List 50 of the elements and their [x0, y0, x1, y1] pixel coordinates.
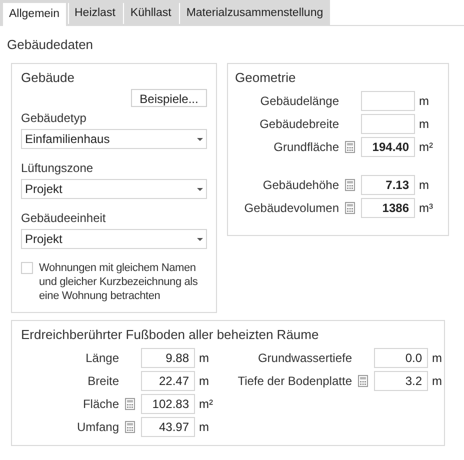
unit-label: m [199, 372, 209, 390]
field-label: Umfang [76, 418, 119, 436]
number-field[interactable]: 9.88 [141, 348, 195, 368]
number-field[interactable]: 7.13 [361, 174, 415, 194]
section-heading: Gebäudedaten [7, 36, 94, 54]
field-label: Tiefe der Bodenplatte [238, 372, 352, 390]
unit-label: m [419, 176, 429, 194]
number-field[interactable]: 194.40 [361, 136, 415, 156]
number-field[interactable]: 22.47 [141, 370, 195, 390]
field-label: Gebäudetyp [21, 110, 86, 127]
unit-label: m [419, 92, 429, 110]
field-label: Gebäudehöhe [262, 176, 339, 194]
number-field[interactable]: 1386 [361, 198, 415, 218]
unit-label: m² [199, 396, 213, 412]
dropdown-arrow-icon [197, 138, 203, 140]
checkbox[interactable] [21, 262, 33, 274]
unit-label: m [199, 350, 209, 366]
unit-label: m [199, 418, 209, 436]
field-label: Grundwassertiefe [258, 350, 352, 366]
group-title: Erdreichberührter Fußboden aller beheizten Räume [21, 326, 319, 344]
field-label: Gebäudevolumen [244, 200, 339, 216]
checkbox-label: Wohnungen mit gleichem Namen und gleicher Kurzbezeichnung als eine Wohnung betrachten [39, 261, 199, 303]
field-label: Grundfläche [274, 138, 339, 156]
unit-label: m [432, 372, 442, 390]
dropdown-arrow-icon [197, 188, 203, 190]
field-label: Länge [86, 350, 119, 366]
tab[interactable]: Allgemein [3, 3, 66, 26]
group-title: Geometrie [235, 68, 296, 86]
unit-label: m² [419, 138, 433, 156]
number-field[interactable]: 43.97 [141, 416, 195, 436]
number-field[interactable] [361, 90, 415, 110]
dropdown[interactable]: Einfamilienhaus [21, 129, 207, 149]
dropdown[interactable]: Projekt [21, 229, 207, 249]
number-field[interactable] [361, 114, 415, 134]
examples-button[interactable]: Beispiele... [131, 89, 207, 107]
field-label: Lüftungszone [21, 160, 94, 177]
field-label: Fläche [82, 396, 119, 412]
dropdown-arrow-icon [197, 238, 203, 240]
unit-label: m [432, 350, 442, 366]
field-label: Gebäudelänge [260, 92, 339, 110]
field-label: Breite [88, 372, 119, 390]
dropdown[interactable]: Projekt [21, 179, 207, 199]
unit-label: m [419, 116, 429, 132]
field-label: Gebäudeeinheit [21, 210, 106, 227]
group-title: Gebäude [21, 68, 74, 86]
unit-label: m³ [419, 200, 433, 216]
number-field[interactable]: 0.0 [374, 348, 428, 368]
number-field[interactable]: 3.2 [374, 370, 428, 390]
field-label: Gebäudebreite [260, 116, 339, 132]
number-field[interactable]: 102.83 [141, 394, 195, 414]
